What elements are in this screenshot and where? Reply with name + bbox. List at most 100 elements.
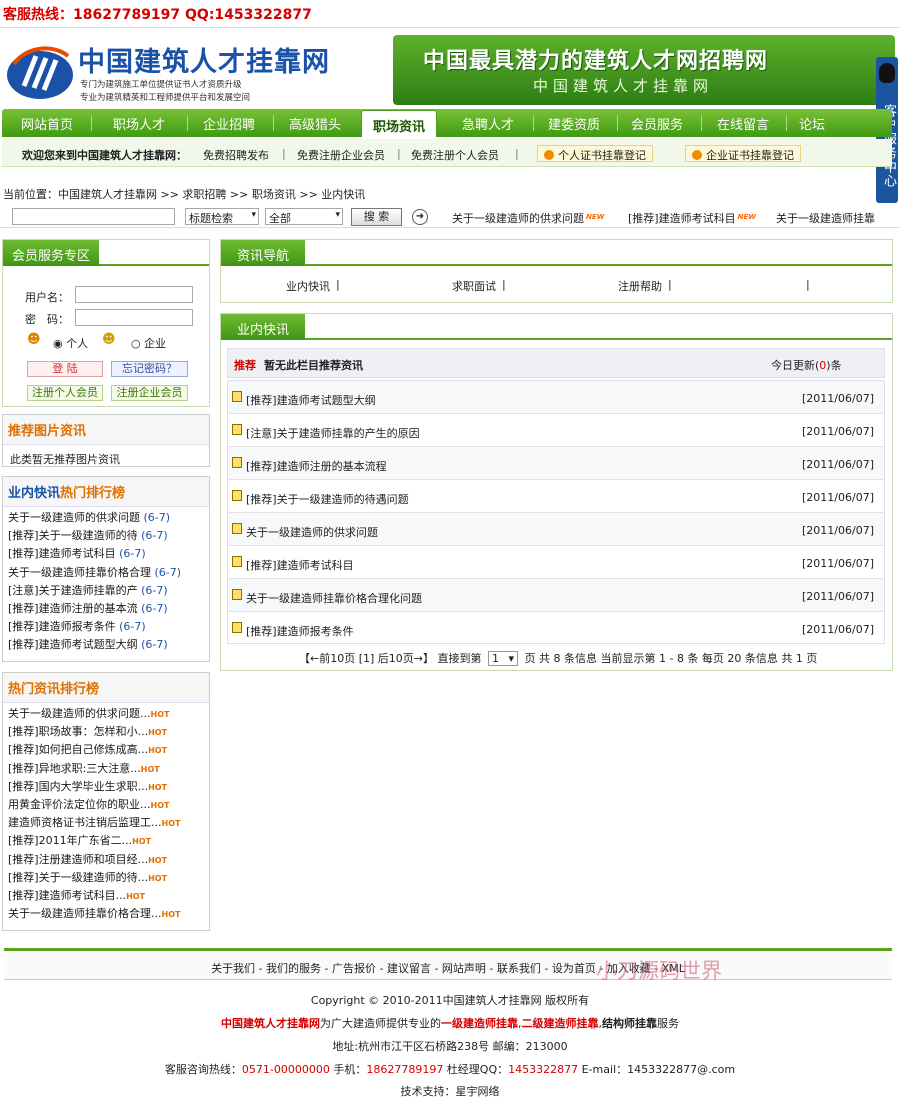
list-item[interactable]: [推荐]异地求职:三大注意...HOT (8, 760, 180, 778)
table-row[interactable]: 关于一级建造师挂靠价格合理化问题 [2011/06/07] (228, 579, 884, 612)
password-input[interactable] (75, 309, 193, 326)
ticker-item[interactable]: [推荐]建造师考试科目 NEW (628, 210, 756, 226)
list-item[interactable]: 用黄金评价法定位你的职业...HOT (8, 796, 180, 814)
table-row[interactable]: 关于一级建造师的供求问题 [2011/06/07] (228, 513, 884, 546)
register-company-button[interactable]: 注册企业会员 (111, 385, 188, 401)
list-item[interactable]: [推荐]建造师考试题型大纲 (6-7) (8, 636, 181, 654)
list-item[interactable]: 关于一级建造师的供求问题...HOT (8, 705, 180, 723)
username-label: 用户名： (25, 291, 69, 304)
search-scope-select[interactable]: 全部 (265, 208, 343, 225)
company-cert-button[interactable]: 企业证书挂靠登记 (685, 145, 801, 162)
register-person-link[interactable]: 免费注册个人会员 (411, 147, 499, 163)
nav-divider (273, 115, 274, 131)
list-item[interactable]: 关于一级建造师的供求问题 (6-7) (8, 509, 181, 527)
badge-icon (692, 150, 702, 160)
pagination: 【←前10页 [1] 后10页→】 直接到第 1 ▾ 页 共 8 条信息 当前显示… (299, 650, 817, 666)
forgot-password-button[interactable]: 忘记密码？ (111, 361, 188, 377)
list-item[interactable]: [推荐]如何把自己修炼成高...HOT (8, 741, 180, 759)
nav-urgent[interactable]: 急聘人才 (451, 114, 525, 133)
document-icon (232, 424, 242, 435)
table-row[interactable]: [推荐]建造师考试科目 [2011/06/07] (228, 546, 884, 579)
role-person-radio[interactable]: ◉ 个人 (53, 335, 88, 351)
search-input[interactable] (12, 208, 175, 225)
guide-link-industry[interactable]: 业内快讯 (286, 278, 330, 294)
nav-member-service[interactable]: 会员服务 (622, 114, 692, 133)
ticker-item[interactable]: 关于一级建造师挂靠 (776, 210, 875, 226)
tech-support: 技术支持：星宇网络 (400, 1085, 500, 1098)
recommend-text: 暂无此栏目推荐资讯 (264, 359, 363, 372)
badge-icon (544, 150, 554, 160)
pagination-nav[interactable]: 【←前10页 [1] 后10页→】 直接到第 (299, 652, 482, 665)
page-select[interactable]: 1 ▾ (488, 651, 518, 666)
ticker-item[interactable]: 关于一级建造师的供求问题 NEW (452, 210, 604, 226)
list-item[interactable]: [推荐]职场故事：怎样和小...HOT (8, 723, 180, 741)
article-title[interactable]: [推荐]建造师报考条件 (246, 623, 354, 639)
article-date: [2011/06/07] (802, 491, 874, 504)
guide-link-help[interactable]: 注册帮助 (618, 278, 662, 294)
list-item-text: [推荐]职场故事：怎样和小... (8, 725, 149, 739)
search-type-select[interactable]: 标题检索 (185, 208, 259, 225)
list-item-text: [注意]关于建造师挂靠的产 (8, 583, 138, 597)
document-icon (232, 622, 242, 633)
pic-news-panel: 推荐图片资讯 此类暂无推荐图片资讯 (2, 414, 210, 467)
news-guide-title: 资讯导航 (221, 240, 306, 266)
site-logo[interactable]: 中国建筑人才挂靠网 专门为建筑施工单位提供证书人才资质升级 专业为建筑精英和工程… (6, 38, 386, 103)
login-button[interactable]: 登 陆 (27, 361, 103, 377)
list-item-text: 建造师资格证书注销后监理工... (8, 816, 162, 830)
table-row[interactable]: [推荐]建造师注册的基本流程 [2011/06/07] (228, 447, 884, 480)
list-item[interactable]: 关于一级建造师挂靠价格合理 (6-7) (8, 564, 181, 582)
register-company-link[interactable]: 免费注册企业会员 (297, 147, 385, 163)
free-post-job-link[interactable]: 免费招聘发布 (203, 147, 269, 163)
list-item[interactable]: [推荐]建造师考试科目...HOT (8, 887, 180, 905)
register-person-button[interactable]: 注册个人会员 (27, 385, 103, 401)
username-input[interactable] (75, 286, 193, 303)
guide-link-interview[interactable]: 求职面试 (452, 278, 496, 294)
welcome-title: 欢迎您来到中国建筑人才挂靠网： (22, 149, 187, 162)
table-row[interactable]: [推荐]建造师考试题型大纲 [2011/06/07] (228, 381, 884, 414)
nav-talent[interactable]: 职场人才 (100, 114, 178, 133)
search-button[interactable]: 搜 索 (351, 208, 402, 226)
nav-qualification[interactable]: 建委资质 (539, 114, 609, 133)
article-title[interactable]: [推荐]建造师注册的基本流程 (246, 458, 387, 474)
list-item[interactable]: [推荐]建造师注册的基本流 (6-7) (8, 600, 181, 618)
nav-recruit[interactable]: 企业招聘 (194, 114, 264, 133)
table-row[interactable]: [注意]关于建造师挂靠的产生的原因 [2011/06/07] (228, 414, 884, 447)
list-item-text: [推荐]建造师报考条件 (8, 620, 116, 634)
article-title[interactable]: [推荐]建造师考试题型大纲 (246, 392, 376, 408)
welcome-sep: | (397, 147, 401, 160)
list-item[interactable]: [推荐]关于一级建造师的待...HOT (8, 869, 180, 887)
hot-badge: HOT (150, 800, 170, 810)
role-company-radio[interactable]: ○ 企业 (131, 335, 166, 351)
list-item[interactable]: [推荐]关于一级建造师的待 (6-7) (8, 527, 181, 545)
table-row[interactable]: [推荐]建造师报考条件 [2011/06/07] (228, 612, 884, 645)
hotline-text: 客服热线：18627789197 QQ:1453322877 (3, 7, 312, 23)
list-item[interactable]: 建造师资格证书注销后监理工...HOT (8, 814, 180, 832)
list-item[interactable]: 关于一级建造师挂靠价格合理...HOT (8, 905, 180, 923)
article-title[interactable]: 关于一级建造师挂靠价格合理化问题 (246, 590, 422, 606)
list-item[interactable]: [推荐]注册建造师和项目经...HOT (8, 851, 180, 869)
header-banner[interactable]: 中国最具潜力的建筑人才网招聘网 中国建筑人才挂靠网 (393, 35, 895, 105)
nav-home[interactable]: 网站首页 (12, 114, 82, 133)
footer-links[interactable]: 关于我们 - 我们的服务 - 广告报价 - 建议留言 - 网站声明 - 联系我们… (4, 960, 892, 976)
guide-sep: | (336, 278, 340, 291)
list-item[interactable]: [推荐]建造师考试科目 (6-7) (8, 545, 181, 563)
arrow-right-icon[interactable]: ➜ (412, 209, 428, 225)
article-title[interactable]: [推荐]关于一级建造师的待遇问题 (246, 491, 409, 507)
list-item-text: 关于一级建造师的供求问题... (8, 707, 151, 720)
article-title[interactable]: [推荐]建造师考试科目 (246, 557, 354, 573)
article-title[interactable]: [注意]关于建造师挂靠的产生的原因 (246, 425, 420, 441)
nav-career-news[interactable]: 职场资讯 (361, 110, 437, 137)
table-row[interactable]: [推荐]关于一级建造师的待遇问题 [2011/06/07] (228, 480, 884, 513)
personal-cert-button[interactable]: 个人证书挂靠登记 (537, 145, 653, 162)
nav-forum[interactable]: 论坛 (792, 114, 832, 133)
nav-message[interactable]: 在线留言 (708, 114, 778, 133)
list-item[interactable]: [推荐]建造师报考条件 (6-7) (8, 618, 181, 636)
list-item[interactable]: [推荐]2011年广东省二...HOT (8, 832, 180, 850)
email-address[interactable]: 1453322877@.com (627, 1063, 735, 1076)
news-list-panel: 业内快讯 推荐 暂无此栏目推荐资讯 今日更新(0)条 [推荐]建造师考试题型大纲… (220, 313, 893, 671)
list-item[interactable]: [注意]关于建造师挂靠的产 (6-7) (8, 582, 181, 600)
nav-headhunter[interactable]: 高级猎头 (280, 114, 350, 133)
article-title[interactable]: 关于一级建造师的供求问题 (246, 524, 378, 540)
list-item[interactable]: [推荐]国内大学毕业生求职...HOT (8, 778, 180, 796)
news-guide-header: 资讯导航 (221, 240, 892, 266)
